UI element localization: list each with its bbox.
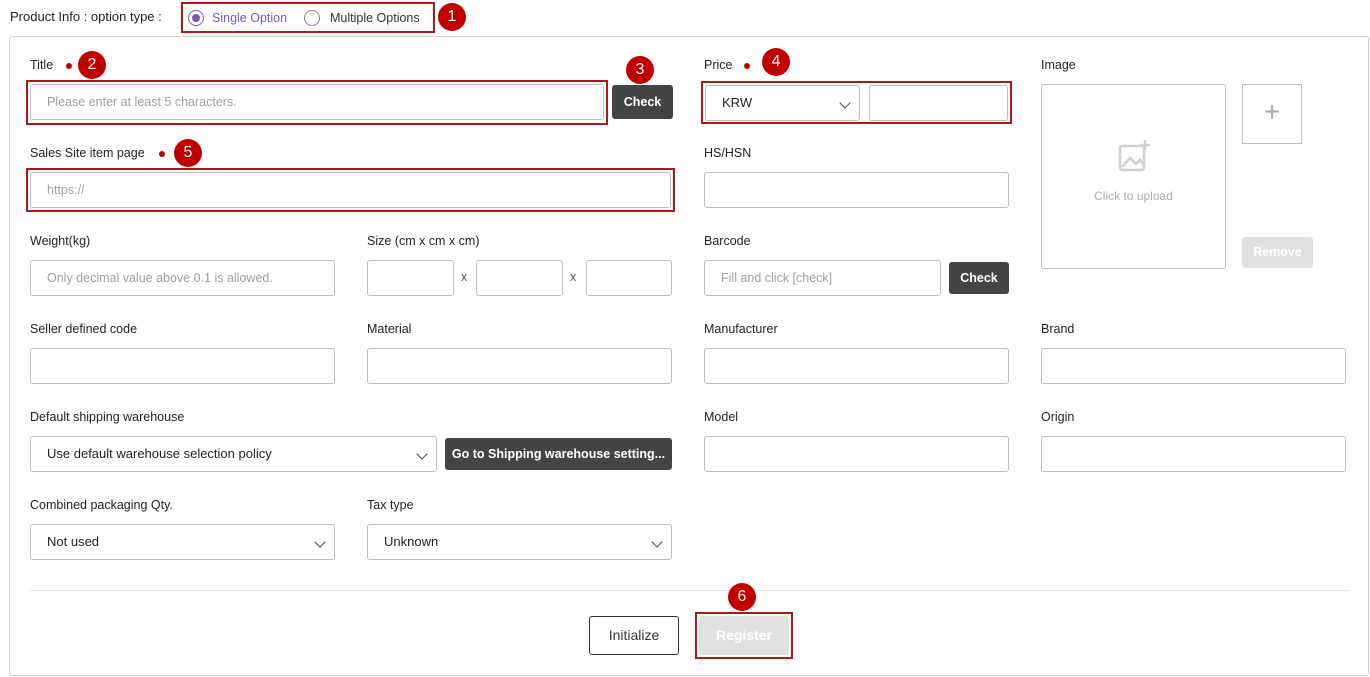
material-input[interactable] xyxy=(367,348,672,384)
sales-site-label: Sales Site item page xyxy=(30,146,145,160)
size-label: Size (cm x cm x cm) xyxy=(367,234,480,248)
single-option-radio[interactable] xyxy=(188,10,204,26)
barcode-label: Barcode xyxy=(704,234,751,248)
hs-hsn-label: HS/HSN xyxy=(704,146,752,160)
packaging-select[interactable]: Not used xyxy=(30,524,335,560)
tax-type-select[interactable]: Unknown xyxy=(367,524,672,560)
size-length-input[interactable] xyxy=(367,260,454,296)
step-badge-3: 3 xyxy=(626,56,654,84)
goto-warehouse-setting-button[interactable]: Go to Shipping warehouse setting... xyxy=(445,438,672,470)
currency-select[interactable]: KRW xyxy=(705,85,860,121)
warehouse-select[interactable]: Use default warehouse selection policy xyxy=(30,436,437,472)
multiple-options-radio[interactable] xyxy=(304,10,320,26)
add-image-button[interactable]: + xyxy=(1242,84,1302,144)
step-badge-2: 2 xyxy=(78,51,106,79)
origin-label: Origin xyxy=(1041,410,1075,424)
price-required-dot xyxy=(744,63,750,69)
initialize-button[interactable]: Initialize xyxy=(589,616,679,655)
manufacturer-label: Manufacturer xyxy=(704,322,778,336)
step-badge-4: 4 xyxy=(762,48,790,76)
step-badge-1: 1 xyxy=(438,3,466,31)
multiple-options-label[interactable]: Multiple Options xyxy=(330,11,420,25)
title-required-dot xyxy=(66,63,72,69)
step-badge-6: 6 xyxy=(728,583,756,611)
price-input[interactable] xyxy=(869,85,1008,121)
click-to-upload-text: Click to upload xyxy=(1094,189,1173,203)
sales-site-input[interactable]: https:// xyxy=(30,172,671,208)
remove-image-button[interactable]: Remove xyxy=(1242,237,1313,268)
option-type-radio-group: Single Option Multiple Options xyxy=(181,2,435,33)
barcode-check-button[interactable]: Check xyxy=(949,262,1009,294)
weight-input[interactable]: Only decimal value above 0.1 is allowed. xyxy=(30,260,335,296)
weight-label: Weight(kg) xyxy=(30,234,91,248)
seller-code-label: Seller defined code xyxy=(30,322,138,336)
packaging-label: Combined packaging Qty. xyxy=(30,498,173,512)
warehouse-value: Use default warehouse selection policy xyxy=(47,446,272,461)
barcode-input[interactable]: Fill and click [check] xyxy=(704,260,941,296)
manufacturer-input[interactable] xyxy=(704,348,1009,384)
material-label: Material xyxy=(367,322,412,336)
chevron-down-icon xyxy=(839,97,851,109)
warehouse-label: Default shipping warehouse xyxy=(30,410,185,424)
tax-type-value: Unknown xyxy=(384,534,439,549)
option-type-label: Product Info : option type : xyxy=(10,9,162,24)
title-input[interactable]: Please enter at least 5 characters. xyxy=(30,84,604,120)
model-label: Model xyxy=(704,410,739,424)
image-label: Image xyxy=(1041,58,1076,72)
price-label: Price xyxy=(704,58,733,72)
origin-input[interactable] xyxy=(1041,436,1346,472)
hs-hsn-input[interactable] xyxy=(704,172,1009,208)
size-height-input[interactable] xyxy=(586,260,672,296)
size-separator: x xyxy=(461,270,468,284)
brand-label: Brand xyxy=(1041,322,1075,336)
register-button[interactable]: Register xyxy=(699,616,789,655)
model-input[interactable] xyxy=(704,436,1009,472)
chevron-down-icon xyxy=(314,536,326,548)
image-placeholder-icon xyxy=(1118,140,1150,172)
tax-type-label: Tax type xyxy=(367,498,414,512)
brand-input[interactable] xyxy=(1041,348,1346,384)
chevron-down-icon xyxy=(416,448,428,460)
sales-site-required-dot xyxy=(159,151,165,157)
single-option-label[interactable]: Single Option xyxy=(212,11,287,25)
image-upload-area[interactable]: Click to upload xyxy=(1041,84,1226,269)
chevron-down-icon xyxy=(651,536,663,548)
title-check-button[interactable]: Check xyxy=(612,85,673,119)
size-separator: x xyxy=(570,270,577,284)
size-width-input[interactable] xyxy=(476,260,563,296)
title-label: Title xyxy=(30,58,54,72)
form-divider xyxy=(30,590,1350,591)
seller-code-input[interactable] xyxy=(30,348,335,384)
plus-icon: + xyxy=(1263,96,1281,127)
packaging-value: Not used xyxy=(47,534,100,549)
step-badge-5: 5 xyxy=(174,139,202,167)
currency-value: KRW xyxy=(722,95,753,110)
